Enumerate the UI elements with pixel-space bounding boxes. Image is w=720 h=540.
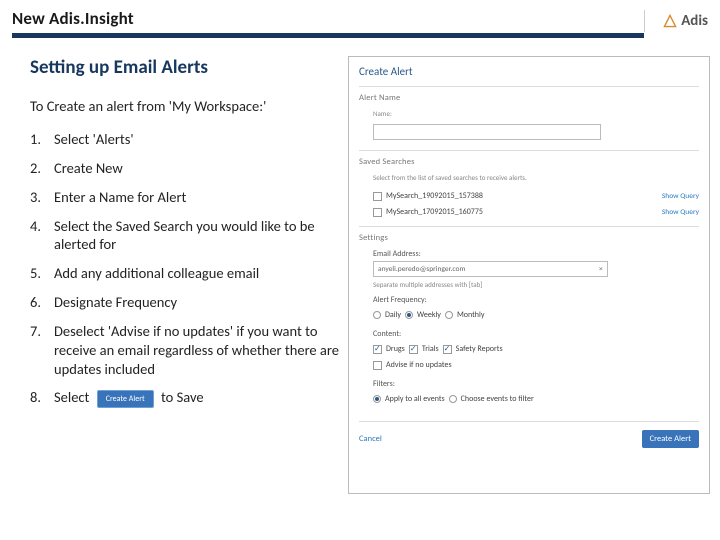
show-query-link[interactable]: Show Query bbox=[662, 208, 699, 217]
alert-name-input[interactable] bbox=[373, 124, 601, 140]
filter-all: Apply to all events bbox=[385, 394, 445, 404]
advise-row: Advise if no updates bbox=[373, 357, 699, 373]
checkbox-icon[interactable] bbox=[443, 345, 452, 354]
radio-icon[interactable] bbox=[373, 395, 381, 403]
checkbox-icon[interactable] bbox=[409, 345, 418, 354]
brand-logo: Adis bbox=[644, 10, 708, 32]
page-header: New Adis.Insight Adis bbox=[0, 0, 720, 38]
email-label: Email Address: bbox=[373, 249, 699, 259]
advise-label: Advise if no updates bbox=[386, 360, 452, 370]
saved-search-label: MySearch_19092015_157388 bbox=[386, 191, 483, 201]
dialog-title: Create Alert bbox=[359, 65, 699, 78]
step-7: Deselect 'Advise if no updates' if you w… bbox=[30, 317, 342, 384]
filters-options: Apply to all events Choose events to fil… bbox=[373, 391, 699, 407]
email-value: anyeli.peredo@springer.com bbox=[378, 265, 465, 274]
freq-monthly: Monthly bbox=[457, 310, 485, 320]
create-alert-inline-button: Create Alert bbox=[97, 390, 154, 408]
content-options: Drugs Trials Safety Reports bbox=[373, 341, 699, 357]
checkbox-icon[interactable] bbox=[373, 361, 382, 370]
cancel-link[interactable]: Cancel bbox=[359, 434, 382, 444]
content: Setting up Email Alerts To Create an ale… bbox=[0, 38, 720, 494]
step8-prefix: Select bbox=[54, 388, 89, 406]
section-alert-name: Alert Name Name: bbox=[359, 86, 699, 150]
dialog-footer: Cancel Create Alert bbox=[359, 421, 699, 448]
content-label: Content: bbox=[373, 329, 699, 339]
radio-icon[interactable] bbox=[373, 311, 381, 319]
adis-logo-icon bbox=[663, 14, 677, 28]
clear-icon[interactable]: × bbox=[599, 265, 603, 274]
step-8: Select Create Alert to Save bbox=[30, 383, 342, 413]
checkbox-icon[interactable] bbox=[373, 345, 382, 354]
step-3: Enter a Name for Alert bbox=[30, 183, 342, 212]
steps-list: Select 'Alerts' Create New Enter a Name … bbox=[30, 125, 342, 413]
section-saved-searches: Saved Searches Select from the list of s… bbox=[359, 150, 699, 226]
saved-search-row-1: MySearch_19092015_157388 Show Query bbox=[373, 188, 699, 204]
title-wrap: New Adis.Insight bbox=[12, 8, 644, 38]
name-label: Name: bbox=[373, 109, 699, 118]
checkbox-icon[interactable] bbox=[373, 208, 382, 217]
step8-suffix: to Save bbox=[161, 388, 204, 406]
show-query-link[interactable]: Show Query bbox=[662, 192, 699, 201]
freq-daily: Daily bbox=[385, 310, 401, 320]
brand-text: Adis bbox=[681, 12, 708, 30]
radio-icon[interactable] bbox=[449, 395, 457, 403]
section-settings: Settings Email Address: anyeli.peredo@sp… bbox=[359, 226, 699, 413]
step-4: Select the Saved Search you would like t… bbox=[30, 212, 342, 260]
section-title: Setting up Email Alerts bbox=[30, 56, 342, 79]
content-safety: Safety Reports bbox=[456, 344, 503, 354]
alert-name-heading: Alert Name bbox=[359, 93, 699, 103]
page-title: New Adis.Insight bbox=[12, 8, 644, 33]
email-input[interactable]: anyeli.peredo@springer.com × bbox=[373, 261, 608, 277]
freq-weekly: Weekly bbox=[417, 310, 441, 320]
content-drugs: Drugs bbox=[386, 344, 405, 354]
step-5: Add any additional colleague email bbox=[30, 259, 342, 288]
radio-icon[interactable] bbox=[405, 311, 413, 319]
filter-choose: Choose events to filter bbox=[461, 394, 534, 404]
frequency-label: Alert Frequency: bbox=[373, 295, 699, 305]
frequency-options: Daily Weekly Monthly bbox=[373, 307, 699, 323]
settings-heading: Settings bbox=[359, 233, 699, 243]
intro-text: To Create an alert from 'My Workspace:' bbox=[30, 97, 342, 115]
create-alert-dialog: Create Alert Alert Name Name: Saved Sear… bbox=[348, 56, 710, 494]
saved-search-label: MySearch_17092015_160775 bbox=[386, 207, 483, 217]
email-hint: Separate multiple addresses with [tab] bbox=[373, 280, 699, 289]
content-trials: Trials bbox=[422, 344, 439, 354]
filters-label: Filters: bbox=[373, 379, 699, 389]
step-1: Select 'Alerts' bbox=[30, 125, 342, 154]
checkbox-icon[interactable] bbox=[373, 192, 382, 201]
step-2: Create New bbox=[30, 154, 342, 183]
saved-desc: Select from the list of saved searches t… bbox=[373, 173, 699, 182]
title-underline bbox=[12, 33, 644, 38]
saved-searches-heading: Saved Searches bbox=[359, 157, 699, 167]
create-alert-button[interactable]: Create Alert bbox=[642, 430, 699, 448]
saved-search-row-2: MySearch_17092015_160775 Show Query bbox=[373, 204, 699, 220]
instructions-panel: Setting up Email Alerts To Create an ale… bbox=[30, 56, 342, 494]
step-6: Designate Frequency bbox=[30, 288, 342, 317]
radio-icon[interactable] bbox=[445, 311, 453, 319]
